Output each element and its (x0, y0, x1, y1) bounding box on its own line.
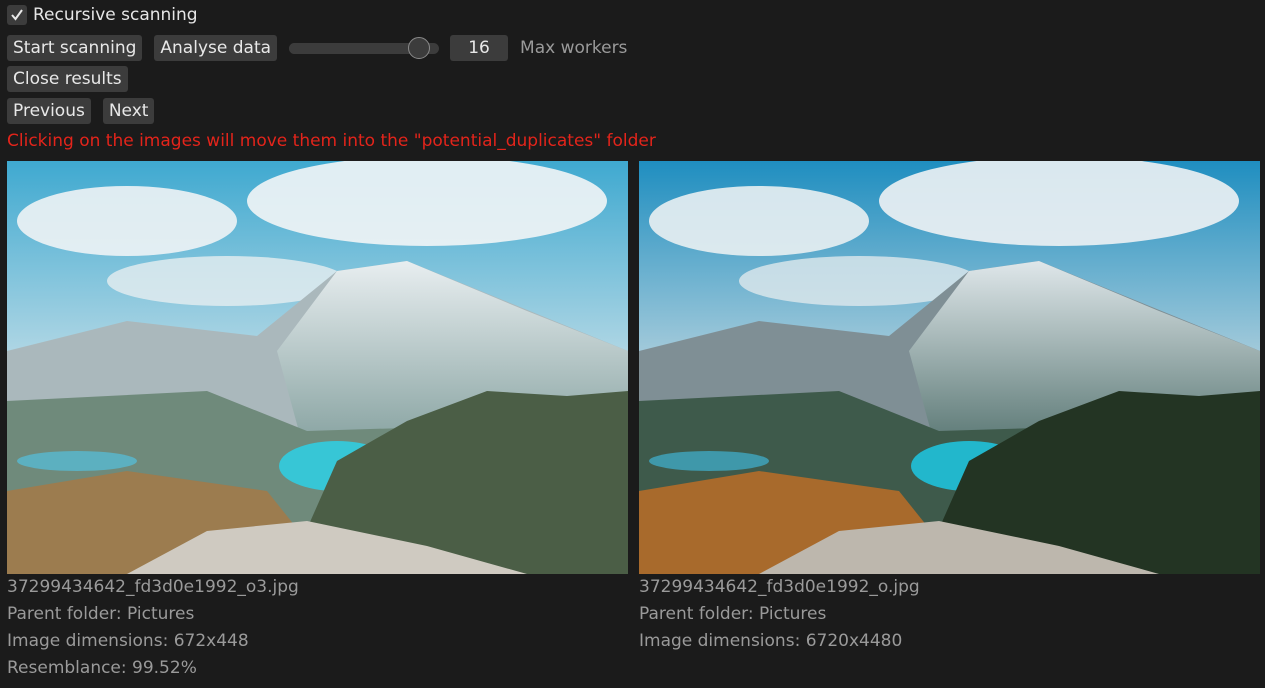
slider-fill (289, 42, 420, 54)
image-panel-right: 37299434642_fd3d0e1992_o.jpg Parent fold… (639, 161, 1260, 655)
max-workers-slider[interactable] (289, 36, 440, 59)
recursive-scanning-row[interactable]: Recursive scanning (7, 5, 198, 25)
parent-folder-right: Parent folder: Pictures (639, 604, 827, 624)
recursive-label: Recursive scanning (33, 5, 198, 25)
close-results-button[interactable]: Close results (7, 66, 128, 92)
previous-button[interactable]: Previous (7, 98, 91, 124)
slider-knob[interactable] (408, 36, 431, 59)
analyse-data-button[interactable]: Analyse data (154, 35, 278, 61)
next-button[interactable]: Next (102, 98, 155, 124)
toolbar: Start scanning Analyse data 16 Max worke… (7, 35, 627, 61)
max-workers-label: Max workers (520, 38, 628, 58)
start-scanning-button[interactable]: Start scanning (7, 35, 143, 61)
dimensions-right: Image dimensions: 6720x4480 (639, 631, 903, 651)
mountain-photo-right[interactable] (639, 161, 1260, 574)
parent-folder-left: Parent folder: Pictures (7, 604, 195, 624)
resemblance-left: Resemblance: 99.52% (7, 658, 197, 678)
filename-left: 37299434642_fd3d0e1992_o3.jpg (7, 577, 299, 597)
max-workers-input[interactable]: 16 (450, 35, 509, 61)
recursive-checkbox[interactable] (7, 5, 27, 25)
dimensions-left: Image dimensions: 672x448 (7, 631, 249, 651)
mountain-photo-left[interactable] (7, 161, 628, 574)
checkmark-icon (11, 9, 23, 21)
image-panel-left: 37299434642_fd3d0e1992_o3.jpg Parent fol… (7, 161, 628, 682)
warning-message: Clicking on the images will move them in… (7, 131, 656, 151)
filename-right: 37299434642_fd3d0e1992_o.jpg (639, 577, 920, 597)
